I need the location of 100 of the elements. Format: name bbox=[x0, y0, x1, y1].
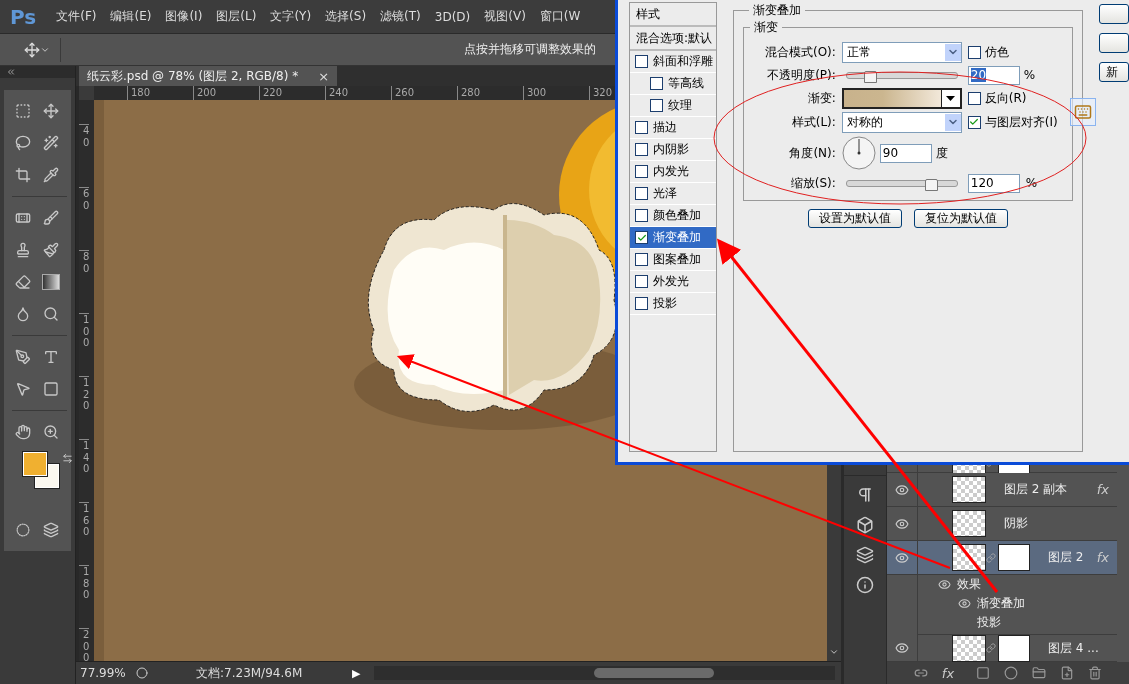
app-logo[interactable]: Ps bbox=[10, 4, 37, 29]
eye-icon[interactable] bbox=[895, 482, 909, 497]
eye-icon[interactable] bbox=[958, 597, 971, 610]
link-icon[interactable] bbox=[986, 643, 996, 653]
field-label: 样式(L): bbox=[790, 113, 836, 131]
menu-item[interactable]: 窗口(W bbox=[539, 8, 581, 25]
style-select[interactable]: 对称的 bbox=[841, 111, 962, 133]
gradient-picker[interactable] bbox=[841, 87, 962, 109]
dialog-button[interactable]: 设置为默认值 bbox=[807, 209, 902, 228]
dialog-button[interactable]: 复位为默认值 bbox=[913, 209, 1008, 228]
menu-item[interactable]: 编辑(E) bbox=[110, 8, 152, 25]
layer-row[interactable]: 图层 2 副本 fx bbox=[887, 473, 1117, 507]
paragraph-icon[interactable] bbox=[856, 486, 874, 504]
menu-item[interactable]: 3D(D) bbox=[434, 9, 471, 24]
dither-checkbox[interactable] bbox=[967, 45, 981, 59]
effect-checkbox[interactable] bbox=[650, 77, 663, 90]
swap-colors-icon[interactable] bbox=[62, 453, 73, 464]
horizontal-scrollbar[interactable] bbox=[374, 666, 835, 680]
effect-checkbox[interactable] bbox=[635, 253, 648, 266]
effect-item[interactable]: 光泽 bbox=[630, 183, 716, 205]
info-icon[interactable] bbox=[856, 576, 874, 594]
scale-field[interactable]: 120 bbox=[967, 173, 1020, 193]
effect-checkbox[interactable] bbox=[635, 143, 648, 156]
effect-label[interactable]: 投影 bbox=[977, 614, 1001, 631]
menu-item[interactable]: 文件(F) bbox=[56, 8, 97, 25]
collapse-icon[interactable] bbox=[6, 67, 16, 77]
status-icon[interactable] bbox=[136, 667, 148, 679]
ruler-number: 120 bbox=[79, 376, 90, 439]
field-label: 角度(N): bbox=[788, 144, 836, 162]
slider-thumb[interactable] bbox=[925, 178, 939, 191]
fx-label[interactable]: fx bbox=[1096, 550, 1109, 565]
effect-item[interactable]: 纹理 bbox=[630, 95, 716, 117]
mask-icon[interactable] bbox=[976, 666, 991, 680]
effect-item[interactable]: 图案叠加 bbox=[630, 249, 716, 271]
effect-item[interactable]: 外发光 bbox=[630, 271, 716, 293]
eye-icon[interactable] bbox=[895, 550, 909, 565]
caret-icon[interactable] bbox=[946, 95, 956, 101]
blend-mode-select[interactable]: 正常 bbox=[841, 41, 962, 63]
tool-preset-picker[interactable] bbox=[24, 37, 61, 62]
layer-row[interactable]: 图层 4 ... bbox=[887, 635, 1117, 662]
document-tab[interactable]: 纸云彩.psd @ 78% (图层 2, RGB/8) * × bbox=[79, 66, 338, 86]
trash-icon[interactable] bbox=[1088, 666, 1103, 680]
menu-item[interactable]: 选择(S) bbox=[325, 8, 367, 25]
effect-checkbox[interactable] bbox=[650, 99, 663, 112]
new-layer-icon[interactable] bbox=[1060, 666, 1075, 680]
link-icon[interactable] bbox=[913, 666, 928, 680]
effect-checkbox[interactable] bbox=[635, 209, 648, 222]
effect-item[interactable]: 斜面和浮雕 bbox=[630, 51, 716, 73]
effect-checkbox[interactable] bbox=[635, 55, 648, 68]
ruler-number: 100 bbox=[79, 313, 90, 376]
ruler-number: 140 bbox=[79, 439, 90, 502]
move-icon bbox=[24, 41, 40, 58]
effect-checkbox[interactable] bbox=[635, 297, 648, 310]
dialog-button[interactable] bbox=[1099, 4, 1129, 24]
unit-label: % bbox=[1023, 68, 1036, 82]
folder-icon[interactable] bbox=[1032, 666, 1047, 680]
menu-item[interactable]: 视图(V) bbox=[484, 8, 526, 25]
effect-checkbox[interactable] bbox=[635, 187, 648, 200]
effect-checkbox[interactable] bbox=[635, 275, 648, 288]
styles-header[interactable]: 样式 bbox=[630, 3, 716, 27]
angle-dial[interactable] bbox=[841, 136, 876, 170]
close-tab[interactable]: × bbox=[318, 68, 330, 84]
effect-item[interactable]: 描边 bbox=[630, 117, 716, 139]
dialog-button[interactable] bbox=[1099, 33, 1129, 53]
fx-label[interactable]: fx bbox=[941, 665, 955, 681]
new-style-button[interactable]: 新 bbox=[1099, 62, 1129, 82]
effect-item[interactable]: 内发光 bbox=[630, 161, 716, 183]
eye-icon[interactable] bbox=[895, 641, 909, 655]
field-label: 渐变: bbox=[806, 89, 836, 107]
reverse-checkbox[interactable] bbox=[967, 91, 981, 105]
layer-thumbnail bbox=[952, 634, 986, 662]
menu-item[interactable]: 滤镜(T) bbox=[380, 8, 421, 25]
effect-checkbox[interactable] bbox=[635, 121, 648, 134]
effect-checkbox[interactable] bbox=[635, 231, 648, 244]
effect-item[interactable]: 渐变叠加 bbox=[630, 227, 716, 249]
angle-field[interactable]: 90 bbox=[879, 143, 932, 163]
align-checkbox[interactable] bbox=[967, 115, 981, 129]
layer-row[interactable]: 阴影 bbox=[887, 507, 1117, 541]
menu-item[interactable]: 图层(L) bbox=[216, 8, 257, 25]
fx-label[interactable]: fx bbox=[1096, 482, 1109, 497]
eye-icon[interactable] bbox=[895, 516, 909, 531]
effect-item[interactable]: 等高线 bbox=[630, 73, 716, 95]
effect-item[interactable]: 内阴影 bbox=[630, 139, 716, 161]
effect-label[interactable]: 渐变叠加 bbox=[977, 595, 1025, 612]
menu-item[interactable]: 文字(Y) bbox=[270, 8, 312, 25]
zoom-level[interactable]: 77.99% bbox=[76, 666, 136, 680]
blending-options-item[interactable]: 混合选项:默认 bbox=[630, 27, 716, 51]
menu-item[interactable]: 图像(I) bbox=[165, 8, 203, 25]
layer-name: 图层 4 ... bbox=[1048, 639, 1100, 657]
ruler-number: 60 bbox=[79, 187, 90, 250]
gradient-icon[interactable] bbox=[39, 271, 62, 293]
opacity-field[interactable]: 20 bbox=[967, 65, 1020, 85]
effect-item[interactable]: 投影 bbox=[630, 293, 716, 315]
layer-row[interactable]: 图层 2 fx bbox=[887, 541, 1117, 575]
effect-checkbox[interactable] bbox=[635, 165, 648, 178]
adjustment-icon[interactable] bbox=[1004, 666, 1019, 680]
effects-label[interactable]: 效果 bbox=[957, 576, 981, 593]
status-menu-arrow[interactable]: ▶ bbox=[352, 666, 361, 680]
eye-icon[interactable] bbox=[938, 578, 951, 591]
cube-icon[interactable] bbox=[856, 516, 874, 534]
